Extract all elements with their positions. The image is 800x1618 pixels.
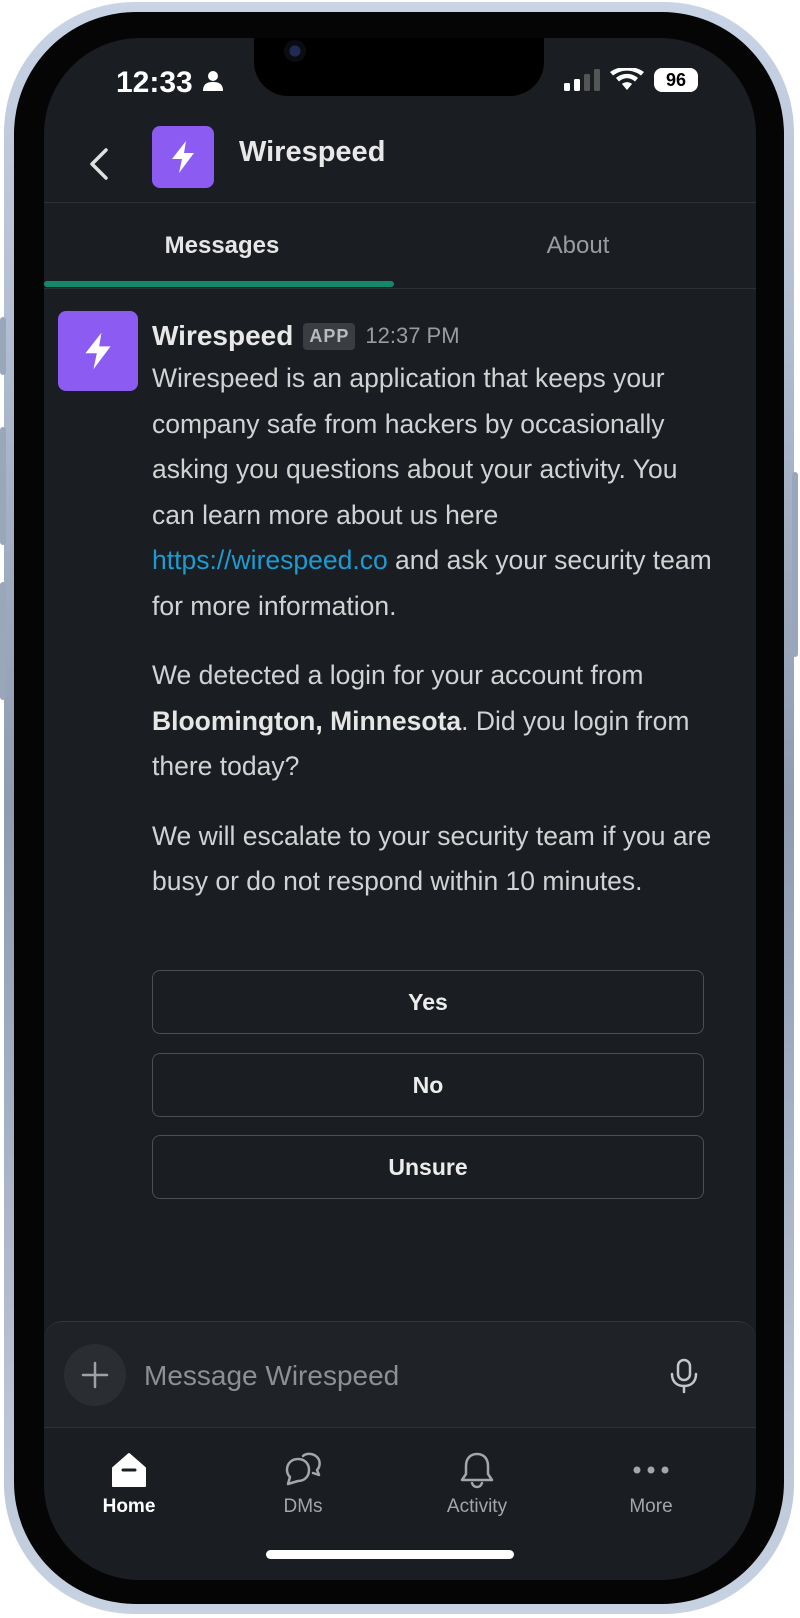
dms-icon <box>285 1452 321 1486</box>
nav-activity-label: Activity <box>446 1496 508 1517</box>
nav-activity[interactable]: Activity <box>402 1450 552 1518</box>
message-paragraph-escalate: We will escalate to your security team i… <box>152 820 712 897</box>
home-icon <box>112 1453 146 1487</box>
nav-dms-label: DMs <box>283 1496 323 1517</box>
camera-icon <box>284 40 306 62</box>
yes-button[interactable]: Yes <box>152 970 704 1034</box>
more-icon <box>633 1466 669 1474</box>
message-header: Wirespeed APP 12:37 PM <box>152 318 712 354</box>
unsure-button[interactable]: Unsure <box>152 1135 704 1199</box>
message-input[interactable] <box>142 1352 626 1400</box>
tab-messages[interactable]: Messages <box>44 203 400 289</box>
status-indicators: 96 <box>564 68 698 92</box>
message-composer <box>44 1321 756 1428</box>
login-location: Bloomington, Minnesota <box>152 705 462 736</box>
header-title[interactable]: Wirespeed <box>239 136 385 169</box>
lightning-bolt-icon <box>85 332 111 370</box>
battery-indicator: 96 <box>654 68 698 92</box>
chevron-left-icon[interactable] <box>80 144 120 184</box>
tabs-divider <box>44 288 756 289</box>
login-text: We detected a login for your account fro… <box>152 660 644 690</box>
app-badge: APP <box>303 322 356 350</box>
nav-dms[interactable]: DMs <box>228 1450 378 1518</box>
message-paragraph-intro: Wirespeed is an application that keeps y… <box>152 356 712 629</box>
microphone-icon[interactable] <box>668 1358 700 1394</box>
app-avatar[interactable] <box>152 126 214 188</box>
wifi-icon <box>610 68 644 90</box>
tab-bar: Messages About <box>44 203 756 289</box>
message: Wirespeed APP 12:37 PM Wirespeed is an a… <box>152 318 712 905</box>
website-link[interactable]: https://wirespeed.co <box>152 545 388 575</box>
nav-more-label: More <box>629 1496 673 1517</box>
bell-icon <box>460 1452 494 1489</box>
power-button <box>792 472 798 657</box>
dynamic-island <box>254 38 544 96</box>
tab-about[interactable]: About <box>400 203 756 289</box>
message-time: 12:37 PM <box>365 323 460 348</box>
nav-home[interactable]: Home <box>54 1450 204 1518</box>
person-icon <box>203 71 223 91</box>
volume-up-button <box>0 427 6 545</box>
message-paragraph-login: We detected a login for your account fro… <box>152 653 712 790</box>
sender-avatar[interactable] <box>58 311 138 391</box>
status-time: 12:33 <box>116 66 193 99</box>
signal-icon <box>564 69 600 91</box>
add-attachment-button[interactable] <box>64 1344 126 1406</box>
intro-text: Wirespeed is an application that keeps y… <box>152 363 678 530</box>
no-button[interactable]: No <box>152 1053 704 1117</box>
plus-icon <box>81 1361 109 1389</box>
home-indicator[interactable] <box>266 1550 514 1559</box>
volume-down-button <box>0 582 6 700</box>
nav-home-label: Home <box>102 1496 156 1517</box>
channel-header: Wirespeed <box>44 126 756 200</box>
sender-name[interactable]: Wirespeed <box>152 320 293 352</box>
side-button <box>0 317 6 375</box>
active-tab-indicator <box>44 281 394 287</box>
screen: 12:33 96 Wirespeed Messages About Wiresp… <box>44 38 756 1580</box>
nav-more[interactable]: More <box>576 1450 726 1518</box>
lightning-bolt-icon <box>172 141 194 173</box>
